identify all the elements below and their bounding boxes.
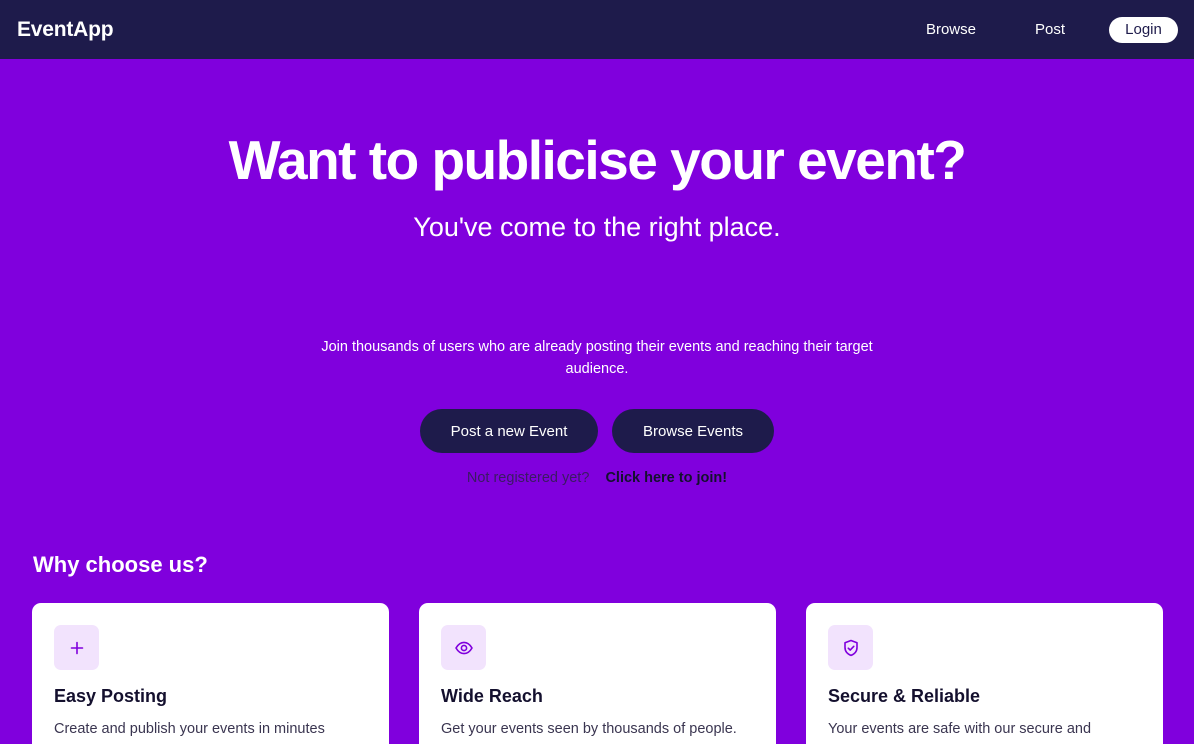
- feature-card-secure-reliable: Secure & Reliable Your events are safe w…: [806, 603, 1163, 744]
- shield-check-icon: [828, 625, 873, 670]
- hero-title: Want to publicise your event?: [228, 129, 967, 191]
- top-navbar: EventApp Browse Post Login: [0, 0, 1194, 59]
- join-link[interactable]: Click here to join!: [605, 470, 727, 486]
- hero-subtitle: You've come to the right place.: [413, 212, 781, 242]
- features-heading: Why choose us?: [33, 552, 208, 577]
- post-new-event-button[interactable]: Post a new Event: [420, 409, 598, 453]
- join-prompt-row: Not registered yet? Click here to join!: [0, 470, 1194, 486]
- main-nav: Browse Post Login: [926, 16, 1178, 43]
- login-button[interactable]: Login: [1109, 16, 1178, 43]
- feature-card-text: Get your events seen by thousands of peo…: [441, 721, 737, 737]
- nav-post-link[interactable]: Post: [1035, 21, 1065, 38]
- feature-card-title: Easy Posting: [54, 686, 168, 706]
- brand-logo[interactable]: EventApp: [17, 18, 114, 42]
- feature-card-title: Secure & Reliable: [828, 686, 981, 706]
- browse-events-button[interactable]: Browse Events: [612, 409, 774, 453]
- nav-browse-link[interactable]: Browse: [926, 21, 976, 38]
- plus-icon: [54, 625, 99, 670]
- join-prompt-text: Not registered yet?: [466, 470, 590, 486]
- feature-card-text: Your events are safe with our secure and: [828, 721, 1092, 737]
- hero-description: Join thousands of users who are already …: [321, 339, 873, 377]
- feature-card-wide-reach: Wide Reach Get your events seen by thous…: [419, 603, 776, 744]
- eye-icon: [441, 625, 486, 670]
- feature-card-easy-posting: Easy Posting Create and publish your eve…: [32, 603, 389, 744]
- feature-card-text: Create and publish your events in minute…: [54, 721, 325, 737]
- feature-card-title: Wide Reach: [441, 686, 543, 706]
